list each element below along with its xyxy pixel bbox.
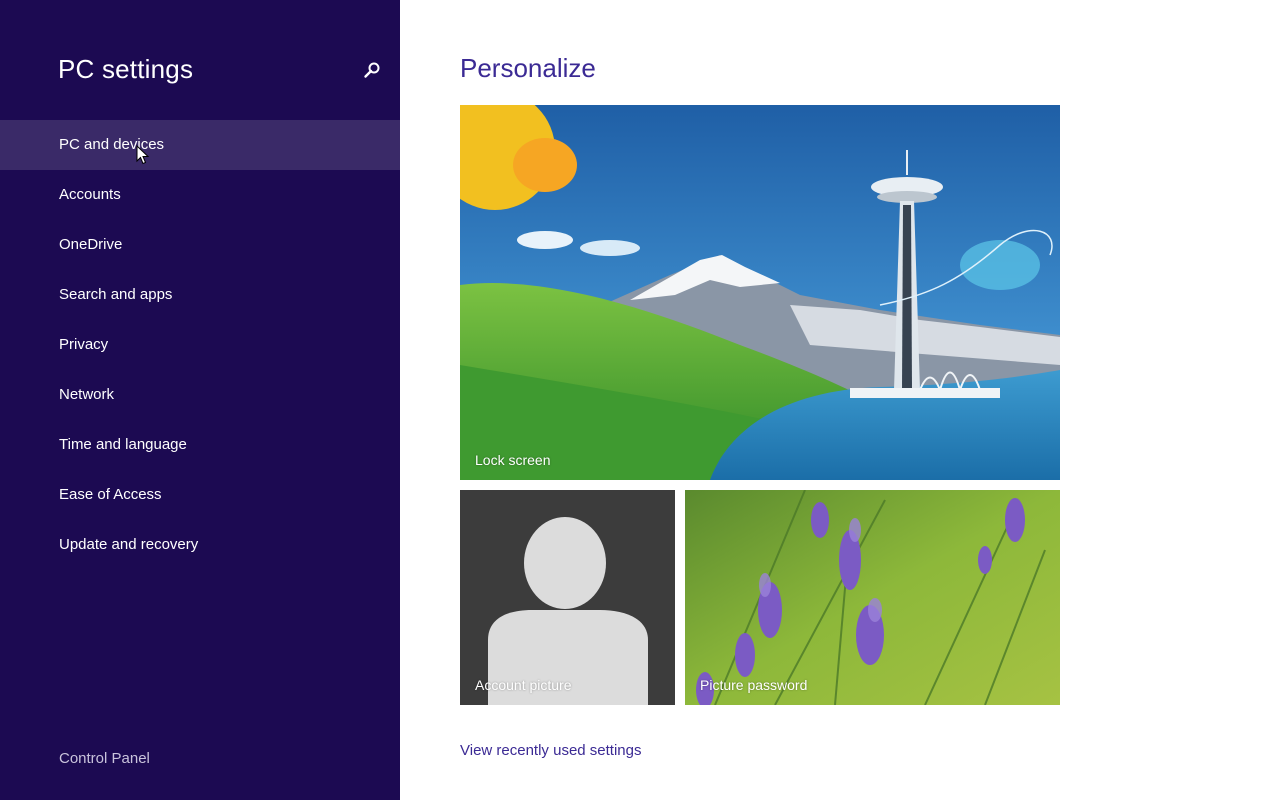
nav-item-time-and-language[interactable]: Time and language — [0, 420, 400, 470]
nav-item-network[interactable]: Network — [0, 370, 400, 420]
nav-item-onedrive[interactable]: OneDrive — [0, 220, 400, 270]
page-title: Personalize — [460, 53, 596, 83]
nav-item-accounts[interactable]: Accounts — [0, 170, 400, 220]
settings-nav: PC and devices Accounts OneDrive Search … — [0, 120, 400, 570]
account-picture-label: Account picture — [475, 677, 572, 693]
search-button[interactable] — [358, 56, 386, 84]
nav-item-update-and-recovery[interactable]: Update and recovery — [0, 520, 400, 570]
mouse-cursor-icon — [136, 145, 150, 165]
lock-screen-tile[interactable]: Lock screen — [460, 105, 1060, 480]
picture-password-tile[interactable]: Picture password — [685, 490, 1060, 705]
nav-item-search-and-apps[interactable]: Search and apps — [0, 270, 400, 320]
sidebar-title: PC settings — [58, 54, 194, 84]
lock-screen-label: Lock screen — [475, 452, 551, 468]
sidebar: PC settings PC and devices Accounts OneD… — [0, 0, 400, 800]
search-icon — [364, 62, 380, 78]
view-recent-settings-link[interactable]: View recently used settings — [460, 742, 642, 759]
account-picture-tile[interactable]: Account picture — [460, 490, 675, 705]
picture-password-label: Picture password — [700, 677, 808, 693]
lavender-image — [685, 490, 1060, 705]
lock-screen-image — [460, 105, 1060, 480]
user-silhouette-icon — [488, 517, 648, 705]
nav-item-pc-and-devices[interactable]: PC and devices — [0, 120, 400, 170]
main-content: Personalize Lock screen Account picture … — [400, 0, 1280, 800]
nav-item-ease-of-access[interactable]: Ease of Access — [0, 470, 400, 520]
nav-item-privacy[interactable]: Privacy — [0, 320, 400, 370]
control-panel-link[interactable]: Control Panel — [59, 750, 150, 767]
pc-settings-window: PC settings PC and devices Accounts OneD… — [0, 0, 1280, 800]
